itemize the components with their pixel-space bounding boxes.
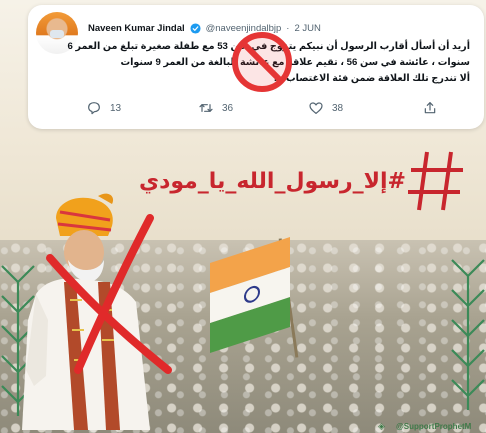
footer-handle: @SupportProphetM — [396, 422, 472, 431]
verified-icon — [190, 22, 201, 34]
tweet-date[interactable]: 2 JUN — [294, 23, 320, 34]
tweet-actions: 13 36 38 — [86, 98, 476, 118]
prohibition-icon — [232, 32, 292, 92]
like-button[interactable]: 38 — [308, 100, 343, 116]
like-count: 38 — [332, 102, 344, 114]
mention-icon: ◈ — [378, 421, 385, 431]
cross-mark-icon — [46, 214, 172, 374]
reply-icon — [88, 102, 100, 115]
retweet-count: 36 — [222, 102, 234, 114]
share-button[interactable] — [422, 100, 438, 116]
share-icon — [424, 102, 436, 114]
retweet-button[interactable]: 36 — [198, 100, 233, 116]
author-name[interactable]: Naveen Kumar Jindal — [88, 23, 185, 34]
leaf-pattern-right — [451, 259, 485, 410]
reply-count: 13 — [110, 102, 122, 114]
retweet-icon — [199, 104, 213, 112]
like-icon — [309, 102, 323, 114]
reply-button[interactable]: 13 — [86, 100, 121, 116]
hashtag-icon — [408, 151, 463, 211]
